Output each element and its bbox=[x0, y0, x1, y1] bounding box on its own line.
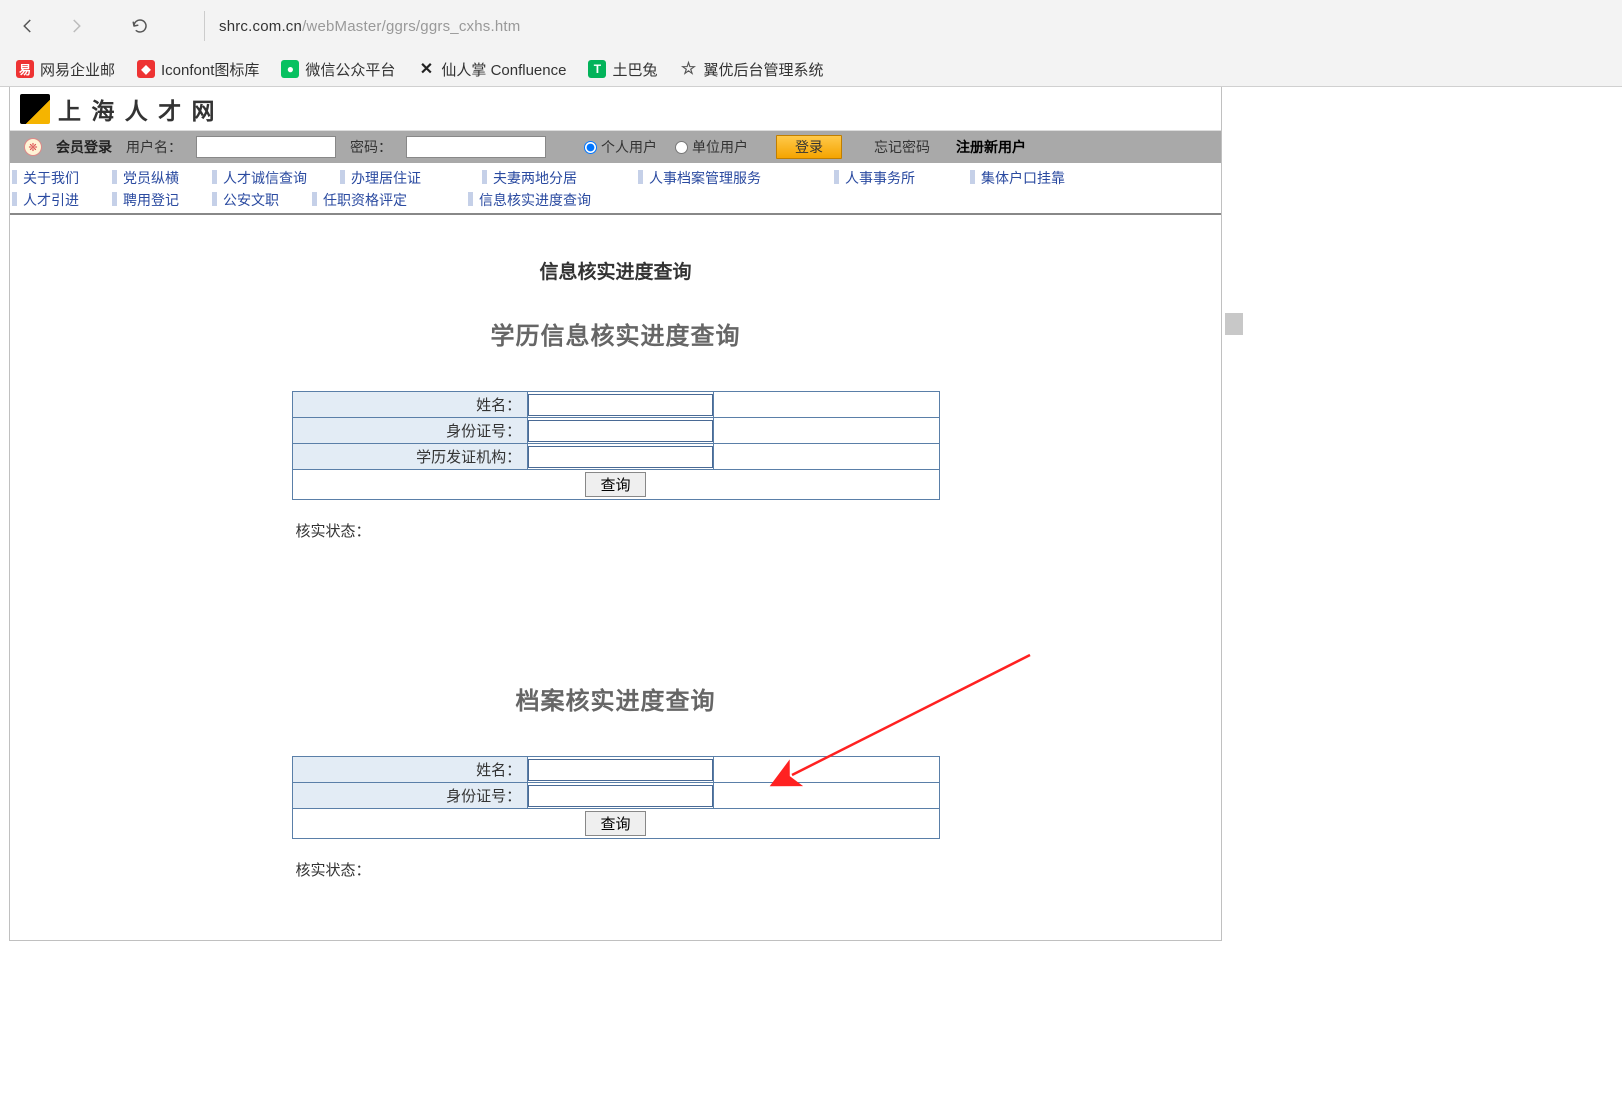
name-input-2[interactable] bbox=[528, 759, 713, 781]
section2-title: 档案核实进度查询 bbox=[10, 681, 1221, 716]
back-button[interactable] bbox=[14, 12, 42, 40]
education-form: 姓名： 身份证号： 学历发证机构： 查询 bbox=[292, 391, 940, 500]
star-icon: ☆ bbox=[679, 60, 697, 78]
login-button[interactable]: 登录 bbox=[776, 135, 842, 159]
username-label: 用户名： bbox=[126, 137, 182, 157]
bookmark-item[interactable]: ✕仙人掌 Confluence bbox=[411, 59, 572, 80]
id-input-2[interactable] bbox=[528, 785, 713, 807]
forward-button[interactable] bbox=[62, 12, 90, 40]
bookmark-icon: ● bbox=[281, 60, 299, 78]
nav-link[interactable]: 任职资格评定 bbox=[320, 190, 410, 210]
nav-link[interactable]: 人才引进 bbox=[20, 190, 82, 210]
address-bar[interactable]: shrc.com.cn/webMaster/ggrs/ggrs_cxhs.htm bbox=[204, 11, 1608, 41]
accessibility-icon: ❋ bbox=[24, 138, 42, 156]
field-label-id: 身份证号： bbox=[292, 418, 528, 444]
forgot-password-link[interactable]: 忘记密码 bbox=[874, 137, 930, 157]
bookmark-icon: ◆ bbox=[137, 60, 155, 78]
nav-links: 关于我们 党员纵横 人才诚信查询 办理居住证 夫妻两地分居 人事档案管理服务 人… bbox=[10, 163, 1221, 215]
nav-link[interactable]: 人事事务所 bbox=[842, 168, 918, 188]
bookmark-item[interactable]: T土巴兔 bbox=[582, 59, 663, 80]
password-input[interactable] bbox=[406, 136, 546, 158]
username-input[interactable] bbox=[196, 136, 336, 158]
bookmark-icon: 易 bbox=[16, 60, 34, 78]
field-label-name: 姓名： bbox=[292, 757, 528, 783]
refresh-button[interactable] bbox=[126, 12, 154, 40]
bookmark-item[interactable]: ●微信公众平台 bbox=[275, 59, 401, 80]
site-header: 上 海 人 才 网 bbox=[10, 87, 1221, 131]
site-logo-icon bbox=[20, 94, 50, 124]
id-input[interactable] bbox=[528, 420, 713, 442]
password-label: 密码： bbox=[350, 137, 392, 157]
query-button-2[interactable]: 查询 bbox=[585, 811, 645, 836]
nav-link[interactable]: 聘用登记 bbox=[120, 190, 182, 210]
nav-link[interactable]: 信息核实进度查询 bbox=[476, 190, 594, 210]
page-body: 上 海 人 才 网 ❋ 会员登录 用户名： 密码： 个人用户 单位用户 登录 忘… bbox=[9, 87, 1222, 941]
bookmark-item[interactable]: ◆Iconfont图标库 bbox=[131, 59, 265, 80]
bookmarks-bar: 易网易企业邮 ◆Iconfont图标库 ●微信公众平台 ✕仙人掌 Conflue… bbox=[0, 52, 1622, 86]
nav-link[interactable]: 公安文职 bbox=[220, 190, 282, 210]
org-input[interactable] bbox=[528, 446, 713, 468]
name-input[interactable] bbox=[528, 394, 713, 416]
scrollbar-thumb[interactable] bbox=[1225, 313, 1243, 335]
login-bar: ❋ 会员登录 用户名： 密码： 个人用户 单位用户 登录 忘记密码 注册新用户 bbox=[10, 131, 1221, 163]
nav-link[interactable]: 办理居住证 bbox=[348, 168, 424, 188]
nav-link[interactable]: 夫妻两地分居 bbox=[490, 168, 580, 188]
page-title: 信息核实进度查询 bbox=[10, 257, 1221, 284]
nav-link[interactable]: 人才诚信查询 bbox=[220, 168, 310, 188]
nav-link[interactable]: 关于我们 bbox=[20, 168, 82, 188]
bookmark-item[interactable]: 易网易企业邮 bbox=[10, 59, 121, 80]
browser-chrome: shrc.com.cn/webMaster/ggrs/ggrs_cxhs.htm… bbox=[0, 0, 1622, 87]
nav-link[interactable]: 集体户口挂靠 bbox=[978, 168, 1068, 188]
radio-personal[interactable]: 个人用户 bbox=[584, 137, 657, 157]
bookmark-item[interactable]: ☆翼优后台管理系统 bbox=[673, 59, 829, 80]
status-label-2: 核实状态： bbox=[292, 859, 940, 880]
content-area: 信息核实进度查询 学历信息核实进度查询 姓名： 身份证号： 学历发证机构： 查询… bbox=[10, 215, 1221, 940]
query-button[interactable]: 查询 bbox=[585, 472, 645, 497]
login-title: 会员登录 bbox=[56, 137, 112, 157]
register-link[interactable]: 注册新用户 bbox=[956, 137, 1026, 157]
field-label-org: 学历发证机构： bbox=[292, 444, 528, 470]
field-label-name: 姓名： bbox=[292, 392, 528, 418]
section1-title: 学历信息核实进度查询 bbox=[10, 316, 1221, 351]
status-label: 核实状态： bbox=[292, 520, 940, 541]
field-label-id: 身份证号： bbox=[292, 783, 528, 809]
bookmark-icon: ✕ bbox=[417, 60, 435, 78]
site-title: 上 海 人 才 网 bbox=[58, 92, 217, 126]
radio-company[interactable]: 单位用户 bbox=[675, 137, 748, 157]
nav-link[interactable]: 党员纵横 bbox=[120, 168, 182, 188]
bookmark-icon: T bbox=[588, 60, 606, 78]
nav-link[interactable]: 人事档案管理服务 bbox=[646, 168, 764, 188]
archive-form: 姓名： 身份证号： 查询 bbox=[292, 756, 940, 839]
